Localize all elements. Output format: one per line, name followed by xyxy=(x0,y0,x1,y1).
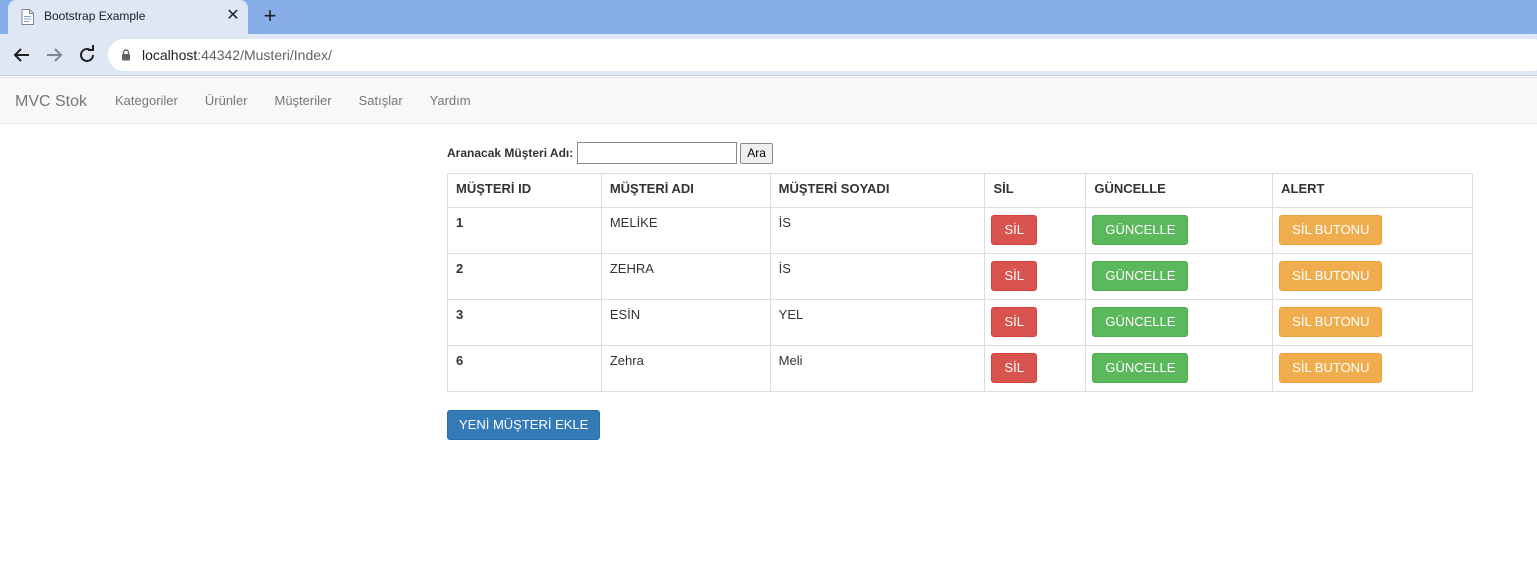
customer-name: Zehra xyxy=(600,345,771,392)
alert-delete-button[interactable]: SİL BUTONU xyxy=(1279,215,1383,245)
delete-button[interactable]: SİL xyxy=(991,307,1037,337)
table-row: 6 Zehra Meli SİL GÜNCELLE SİL BUTONU xyxy=(447,345,1473,392)
alert-delete-button[interactable]: SİL BUTONU xyxy=(1279,307,1383,337)
customer-id: 3 xyxy=(447,299,602,346)
navbar-menu: Kategoriler Ürünler Müşteriler Satışlar … xyxy=(101,78,484,125)
reload-icon[interactable] xyxy=(75,43,99,67)
browser-toolbar: localhost:44342/Musteri/Index/ xyxy=(0,34,1537,76)
site-navbar: MVC Stok Kategoriler Ürünler Müşteriler … xyxy=(0,77,1537,124)
delete-cell: SİL xyxy=(984,299,1087,346)
customer-surname: İS xyxy=(769,207,986,254)
nav-item-satislar[interactable]: Satışlar xyxy=(345,78,416,125)
customer-name: ZEHRA xyxy=(600,253,771,300)
search-label: Aranacak Müşteri Adı: xyxy=(447,146,574,160)
update-button[interactable]: GÜNCELLE xyxy=(1092,307,1189,337)
browser-tab-strip: Bootstrap Example ✕ + xyxy=(0,0,1537,34)
delete-button[interactable]: SİL xyxy=(991,353,1037,383)
url-text: localhost:44342/Musteri/Index/ xyxy=(142,47,332,63)
new-tab-icon[interactable]: + xyxy=(259,5,281,27)
url-path: :44342/Musteri/Index/ xyxy=(197,47,332,63)
forward-arrow-icon[interactable] xyxy=(42,43,66,67)
delete-button[interactable]: SİL xyxy=(991,261,1037,291)
alert-delete-button[interactable]: SİL BUTONU xyxy=(1279,353,1383,383)
nav-item-musteriler[interactable]: Müşteriler xyxy=(261,78,345,125)
url-host: localhost xyxy=(142,47,198,63)
update-button[interactable]: GÜNCELLE xyxy=(1092,215,1189,245)
update-cell: GÜNCELLE xyxy=(1085,299,1274,346)
search-form: Aranacak Müşteri Adı: Ara xyxy=(447,141,773,165)
address-bar[interactable]: localhost:44342/Musteri/Index/ xyxy=(108,39,1537,71)
back-arrow-icon[interactable] xyxy=(10,43,34,67)
header-alert: ALERT xyxy=(1272,173,1473,208)
customer-id: 1 xyxy=(447,207,602,254)
table-row: 1 MELİKE İS SİL GÜNCELLE SİL BUTONU xyxy=(447,207,1473,254)
table-header-row: MÜŞTERİ ID MÜŞTERİ ADI MÜŞTERİ SOYADI Sİ… xyxy=(447,173,1473,208)
alert-cell: SİL BUTONU xyxy=(1272,207,1473,254)
close-tab-icon[interactable]: ✕ xyxy=(224,7,242,25)
nav-item-yardim[interactable]: Yardım xyxy=(416,78,484,125)
add-customer-button[interactable]: YENİ MÜŞTERİ EKLE xyxy=(447,410,601,440)
header-customer-name: MÜŞTERİ ADI xyxy=(600,173,771,208)
customer-name: MELİKE xyxy=(600,207,771,254)
alert-delete-button[interactable]: SİL BUTONU xyxy=(1279,261,1383,291)
page-favicon-icon xyxy=(21,9,34,25)
table-row: 3 ESİN YEL SİL GÜNCELLE SİL BUTONU xyxy=(447,299,1473,346)
alert-cell: SİL BUTONU xyxy=(1272,253,1473,300)
browser-tab[interactable]: Bootstrap Example ✕ xyxy=(8,0,248,34)
lock-icon xyxy=(122,49,130,61)
update-button[interactable]: GÜNCELLE xyxy=(1092,353,1189,383)
header-update: GÜNCELLE xyxy=(1085,173,1274,208)
update-cell: GÜNCELLE xyxy=(1085,253,1274,300)
search-input[interactable] xyxy=(577,142,738,164)
customer-surname: YEL xyxy=(769,299,986,346)
customer-id: 6 xyxy=(447,345,602,392)
table-row: 2 ZEHRA İS SİL GÜNCELLE SİL BUTONU xyxy=(447,253,1473,300)
tab-title: Bootstrap Example xyxy=(44,9,146,23)
customer-surname: İS xyxy=(769,253,986,300)
customer-surname: Meli xyxy=(769,345,986,392)
customer-id: 2 xyxy=(447,253,602,300)
alert-cell: SİL BUTONU xyxy=(1272,299,1473,346)
navbar-brand[interactable]: MVC Stok xyxy=(15,93,87,111)
header-delete: SİL xyxy=(984,173,1087,208)
customer-name: ESİN xyxy=(600,299,771,346)
search-button[interactable]: Ara xyxy=(740,142,773,164)
nav-item-kategoriler[interactable]: Kategoriler xyxy=(101,78,191,125)
alert-cell: SİL BUTONU xyxy=(1272,345,1473,392)
delete-cell: SİL xyxy=(984,207,1087,254)
update-cell: GÜNCELLE xyxy=(1085,345,1274,392)
customers-table: MÜŞTERİ ID MÜŞTERİ ADI MÜŞTERİ SOYADI Sİ… xyxy=(447,173,1473,392)
nav-item-urunler[interactable]: Ürünler xyxy=(191,78,261,125)
delete-cell: SİL xyxy=(984,253,1087,300)
delete-button[interactable]: SİL xyxy=(991,215,1037,245)
update-cell: GÜNCELLE xyxy=(1085,207,1274,254)
header-customer-id: MÜŞTERİ ID xyxy=(447,173,602,208)
delete-cell: SİL xyxy=(984,345,1087,392)
header-customer-surname: MÜŞTERİ SOYADI xyxy=(769,173,986,208)
update-button[interactable]: GÜNCELLE xyxy=(1092,261,1189,291)
